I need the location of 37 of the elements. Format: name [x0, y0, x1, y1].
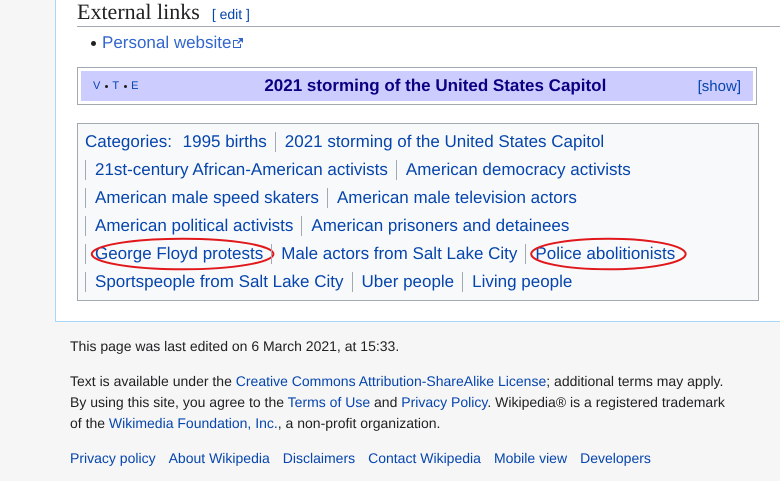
navbox-link[interactable]: E	[131, 80, 140, 92]
categories-label[interactable]: Categories:	[85, 132, 172, 151]
footer-link[interactable]: About Wikipedia	[168, 450, 270, 466]
license-text: Text is available under the Creative Commons Attribution-ShareAlike License; additional terms may apply. By using this site, you agree to the Terms of Use and Privacy Policy. Wikipedia® is a registered trademark of the Wikimedia Foundation, Inc., a non-profit organization.	[70, 372, 726, 433]
category-link[interactable]: American male speed skaters	[95, 188, 319, 207]
dot-icon	[105, 84, 108, 88]
footer-link[interactable]: Privacy Policy	[401, 394, 488, 410]
category-link[interactable]: American political activists	[95, 216, 294, 235]
footer-link[interactable]: Wikimedia Foundation, Inc.	[108, 415, 278, 431]
footer-link[interactable]: Disclaimers	[282, 450, 356, 466]
external-link[interactable]: Personal website	[102, 33, 232, 53]
category-link[interactable]: 2021 storming of the United States Capitol	[284, 132, 604, 151]
category-link[interactable]: 21st-century African-American activists	[95, 160, 388, 179]
navbox-title[interactable]: 2021 storming of the United States Capitol	[213, 76, 658, 96]
category-link[interactable]: Uber people	[362, 272, 454, 291]
category-link[interactable]: American male television actors	[336, 188, 577, 207]
footer-link[interactable]: Terms of Use	[288, 394, 370, 410]
dot-icon	[124, 84, 128, 88]
show-toggle[interactable]: [show]	[698, 78, 741, 94]
last-edited-text: This page was last edited on 6 March 2021, at 15:33.	[70, 337, 400, 356]
navbox-link[interactable]: T	[112, 80, 120, 92]
category-link[interactable]: 1995 births	[182, 132, 267, 151]
category-link[interactable]: American prisoners and detainees	[311, 216, 570, 235]
footer-link[interactable]: Developers	[580, 450, 651, 466]
footer-link[interactable]: Privacy policy	[70, 450, 156, 466]
category-link[interactable]: Male actors from Salt Lake City	[281, 244, 518, 263]
footer-link[interactable]: Contact Wikipedia	[368, 450, 481, 466]
section-heading: External links	[77, 0, 200, 24]
edit-link[interactable]: [ edit ]	[212, 6, 250, 22]
external-link-icon	[232, 37, 244, 49]
footer-link[interactable]: Mobile view	[494, 450, 568, 466]
category-link[interactable]: Living people	[472, 272, 572, 291]
navbox-link[interactable]: V	[93, 80, 102, 92]
category-link[interactable]: Sportspeople from Salt Lake City	[95, 272, 344, 291]
category-link[interactable]: American democracy activists	[406, 160, 631, 179]
footer-link[interactable]: Creative Commons Attribution-ShareAlike License	[236, 373, 546, 389]
bullet-icon	[91, 40, 96, 46]
